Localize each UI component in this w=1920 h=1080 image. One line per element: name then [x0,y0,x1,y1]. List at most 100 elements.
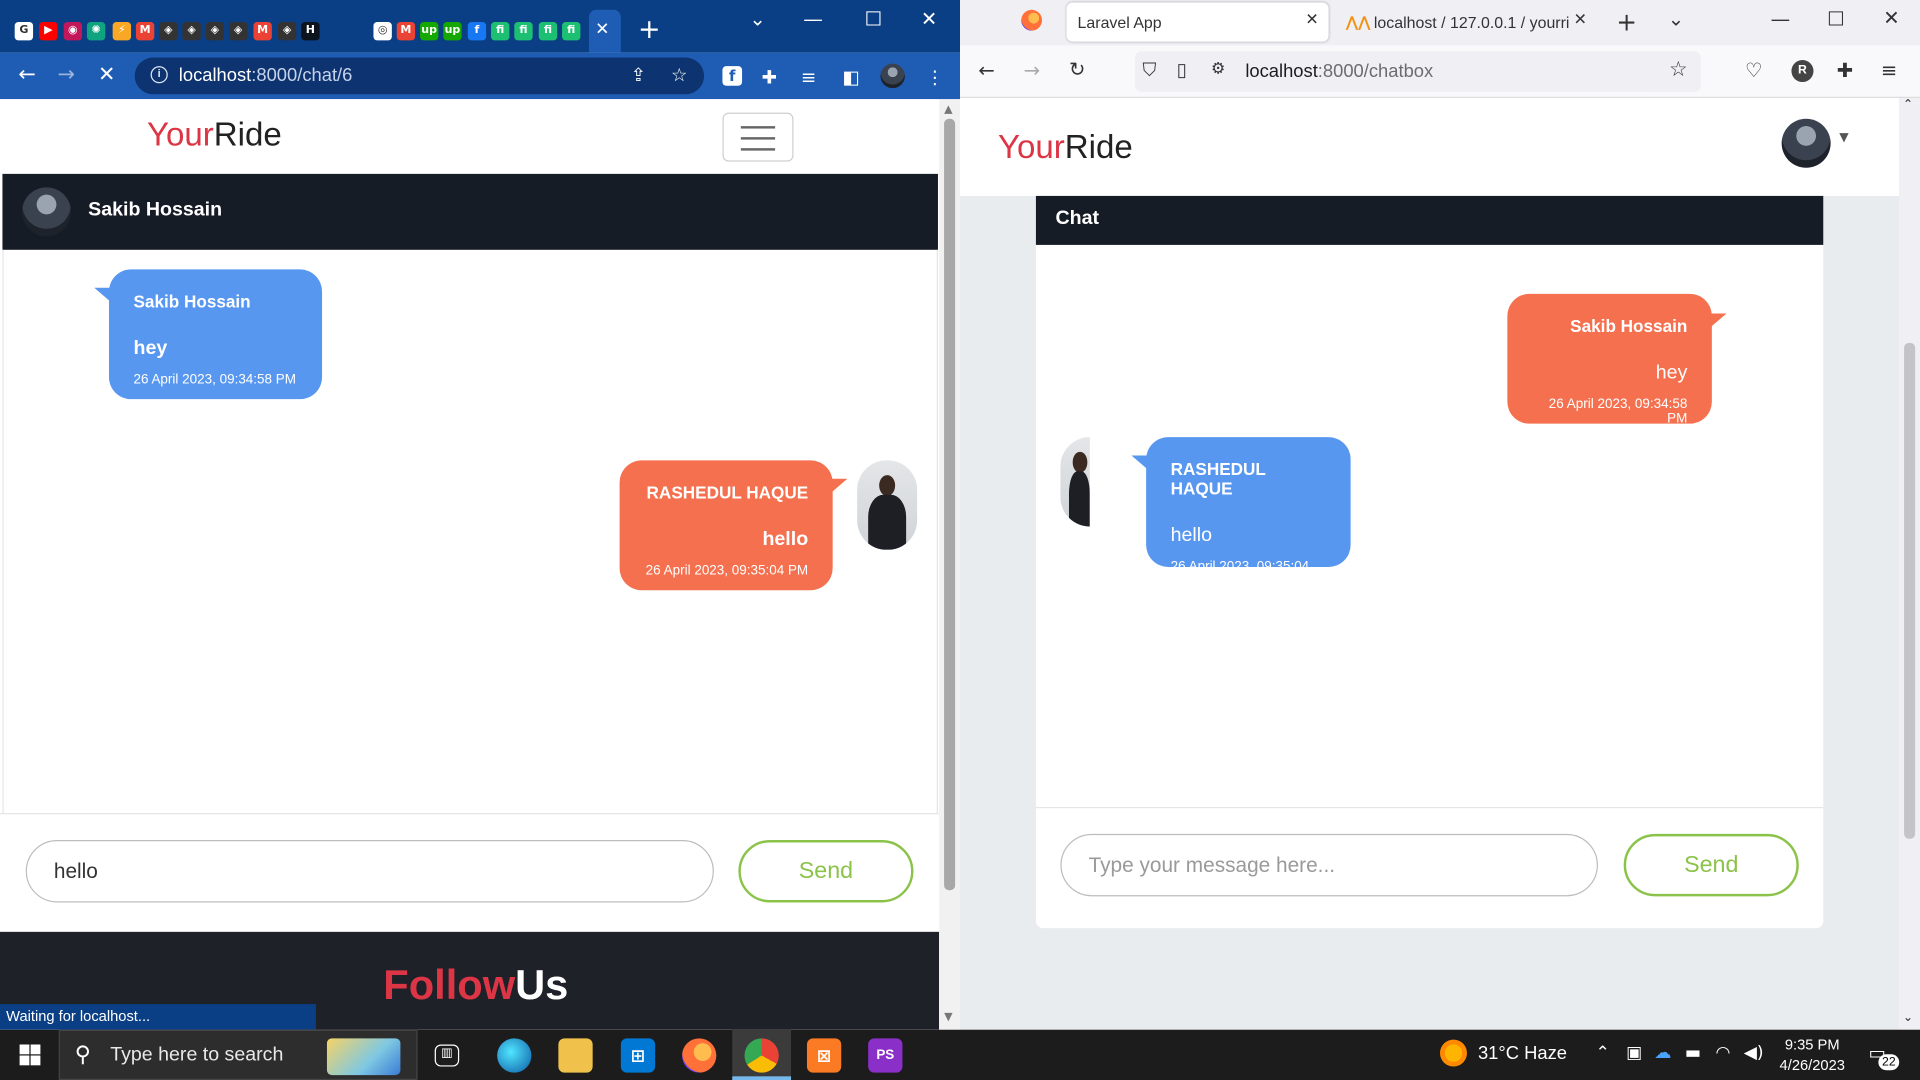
extensions-icon[interactable]: ✚ [1837,59,1853,82]
share-icon[interactable]: ⇪ [631,64,646,86]
close-window-icon[interactable]: ✕ [1883,6,1899,29]
scrollbar[interactable]: ▲ ▼ [939,99,961,1030]
brand-logo[interactable]: YourRide [998,129,1133,167]
windows-start-icon[interactable] [19,1044,41,1066]
menu-kebab-icon[interactable]: ⋮ [926,66,944,88]
fiverr-icon[interactable]: fi [562,22,581,41]
back-icon[interactable]: ← [978,59,994,82]
close-tab-icon[interactable]: ✕ [1573,11,1587,30]
site-icon[interactable]: ◈ [277,22,297,41]
google-icon[interactable]: G [14,22,34,41]
new-tab-icon[interactable]: + [1616,7,1637,36]
profile-avatar-icon[interactable] [880,63,905,89]
gmail-icon[interactable]: M [135,22,155,41]
side-panel-icon[interactable]: ◧ [842,66,859,88]
app-icon[interactable]: ◉ [63,22,83,41]
message-input[interactable]: Type your message here... [1060,833,1598,897]
minimize-icon[interactable]: — [1771,7,1791,30]
extensions-puzzle-icon[interactable]: ✚ [762,66,777,88]
taskbar-search[interactable]: ⚲ Type here to search [58,1029,418,1080]
close-window-icon[interactable]: ✕ [921,7,937,30]
forward-icon[interactable]: → [58,62,75,86]
clock[interactable]: 9:35 PM 4/26/2023 [1773,1035,1851,1077]
scrollbar-thumb[interactable] [1904,342,1916,839]
upwork-icon[interactable]: up [443,22,462,41]
send-button[interactable]: Send [1623,833,1799,897]
chatgpt-icon[interactable]: ✺ [86,22,106,41]
gmail-icon[interactable]: M [396,22,416,41]
scrollbar[interactable]: ⌃ ⌄ [1899,97,1920,1030]
hackerrank-icon[interactable]: H [301,22,320,41]
stop-loading-icon[interactable]: ✕ [98,62,115,86]
facebook-icon[interactable]: f [467,22,487,41]
minimize-icon[interactable]: — [803,7,823,30]
weather[interactable]: 31°C Haze [1478,1043,1567,1064]
scroll-up-icon[interactable]: ▲ [944,104,952,116]
close-tab-icon[interactable]: ✕ [595,20,609,40]
search-highlight-icon[interactable] [326,1038,401,1076]
tab-phpmyadmin[interactable]: ⋀⋀ localhost / 127.0.0.1 / yourride ✕ [1342,2,1589,41]
volume-icon[interactable]: ◀) [1744,1043,1764,1063]
bookmark-star-icon[interactable]: ☆ [1669,58,1688,82]
firefox-taskbar-icon[interactable] [682,1038,717,1073]
file-explorer-icon[interactable] [558,1038,593,1073]
permissions-icon[interactable]: ⚙ [1211,60,1225,78]
account-icon[interactable]: R [1791,60,1814,83]
scrollbar-thumb[interactable] [944,118,956,891]
info-icon[interactable]: i [150,66,168,84]
pocket-icon[interactable]: ♡ [1745,59,1763,82]
maximize-icon[interactable]: ☐ [1827,7,1845,30]
new-tab-icon[interactable]: + [638,15,661,46]
chrome-icon[interactable]: ◎ [373,22,392,41]
bookmark-star-icon[interactable]: ☆ [671,64,687,86]
message-input[interactable]: hello [25,840,714,903]
app-icon[interactable]: ⚡ [112,22,132,41]
edge-icon[interactable] [497,1038,532,1073]
scroll-down-icon[interactable]: ▼ [944,1011,952,1023]
reload-icon[interactable]: ↻ [1069,58,1085,81]
send-button[interactable]: Send [738,840,914,903]
onedrive-icon[interactable]: ☁ [1654,1043,1671,1063]
back-icon[interactable]: ← [18,62,35,86]
gmail-icon[interactable]: M [253,22,272,41]
task-view-icon[interactable]: ▥ [434,1044,460,1067]
firefox-view-icon[interactable] [1021,9,1043,31]
show-hidden-icons[interactable]: ⌃ [1596,1043,1610,1063]
page-icon[interactable]: ▯ [1177,59,1187,81]
tab-search-icon[interactable]: ⌄ [749,7,765,30]
forward-icon[interactable]: → [1024,59,1040,82]
close-tab-icon[interactable]: ✕ [1305,11,1318,29]
facebook-extension-icon[interactable]: f [722,66,743,86]
chrome-taskbar-icon[interactable] [744,1038,779,1073]
site-icon[interactable]: ◈ [228,22,248,41]
site-icon[interactable]: ◈ [159,22,178,41]
dropdown-caret-icon[interactable]: ▼ [1839,131,1848,144]
scroll-up-icon[interactable]: ⌃ [1903,98,1913,111]
scroll-down-icon[interactable]: ⌄ [1903,1011,1913,1024]
site-icon[interactable]: ◈ [205,22,225,41]
tracking-shield-icon[interactable]: ⛉ [1142,59,1156,81]
site-icon[interactable]: ◈ [182,22,201,41]
user-avatar[interactable] [1781,118,1831,168]
xampp-icon[interactable]: ⊠ [806,1038,842,1073]
fiverr-icon[interactable]: fi [491,22,510,41]
fiverr-icon[interactable]: fi [538,22,558,41]
list-all-tabs-icon[interactable]: ⌄ [1668,7,1684,30]
navbar-toggle-button[interactable] [722,112,794,162]
phpstorm-icon[interactable]: PS [868,1038,903,1073]
address-bar[interactable]: i localhost:8000/chat/6 ⇪ ☆ [134,57,705,95]
menu-icon[interactable]: ≡ [1881,59,1897,82]
weather-icon[interactable] [1440,1039,1467,1067]
tab-laravel-app[interactable]: Laravel App ✕ [1066,2,1329,42]
brand-logo[interactable]: YourRide [147,116,282,154]
maximize-icon[interactable]: ☐ [864,7,882,30]
store-icon[interactable]: ⊞ [620,1038,656,1073]
wifi-icon[interactable]: ◠ [1716,1043,1731,1063]
media-queue-icon[interactable]: ≡ [801,66,816,88]
youtube-icon[interactable]: ▶ [39,22,58,41]
fiverr-icon[interactable]: fi [514,22,533,41]
address-bar[interactable]: ⛉ ▯ ⚙ localhost:8000/chatbox ☆ [1135,51,1701,92]
meet-now-icon[interactable]: ▣ [1626,1043,1642,1063]
upwork-icon[interactable]: up [420,22,439,41]
battery-icon[interactable]: ▬ [1685,1043,1701,1063]
